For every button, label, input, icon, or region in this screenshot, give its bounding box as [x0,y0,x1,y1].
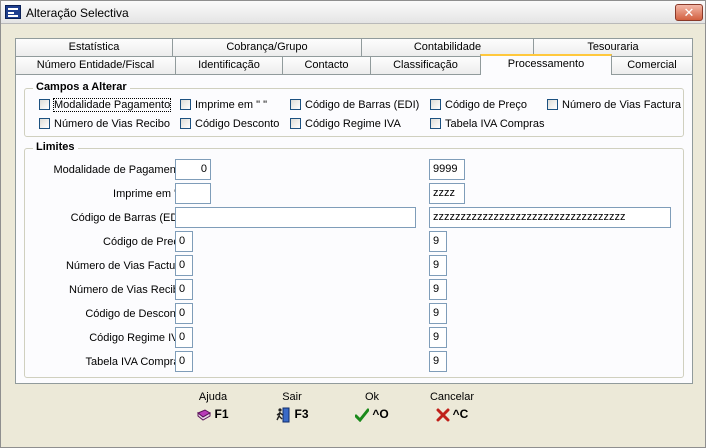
help-button-caption: Ajuda [198,391,228,403]
checkmark-icon [355,408,370,422]
limite-to-imprime[interactable]: zzzz [429,183,465,204]
ok-button-caption: Ok [364,391,380,403]
limite-to-vias-factura[interactable]: 9 [429,255,447,276]
tab-estatistica[interactable]: Estatística [15,38,173,57]
tab-comercial[interactable]: Comercial [611,56,693,75]
checkbox-box[interactable] [39,99,50,110]
book-icon [197,409,212,421]
limite-to-codigo-desconto[interactable]: 9 [429,303,447,324]
limite-from-tabela-iva[interactable]: 0 [175,351,193,372]
checkbox-label: Código Regime IVA [305,118,401,130]
checkbox-modalidade-pagamento[interactable]: Modalidade Pagamento [39,98,172,113]
window-title: Alteração Selectiva [26,6,129,20]
limites-group: Limites Modalidade de Pagamento 0 9999 I… [24,141,684,378]
checkbox-label: Código de Preço [445,99,527,111]
processamento-panel: Campos a Alterar Modalidade Pagamento Im… [15,74,693,384]
limite-to-modalidade[interactable]: 9999 [429,159,465,180]
limite-from-codigo-barras[interactable] [175,207,416,228]
limite-label: Modalidade de Pagamento [53,164,185,176]
limite-to-codigo-preco[interactable]: 9 [429,231,447,252]
checkbox-box[interactable] [39,118,50,129]
app-icon [5,5,21,19]
checkbox-codigo-regime-iva[interactable]: Código Regime IVA [290,118,401,132]
checkbox-label: Código de Barras (EDI) [305,99,420,111]
campos-group: Campos a Alterar Modalidade Pagamento Im… [24,81,684,137]
tab-processamento[interactable]: Processamento [480,54,612,75]
checkbox-codigo-desconto[interactable]: Código Desconto [180,118,279,132]
checkbox-label: Número de Vias Factura [562,99,682,111]
tab-classificacao[interactable]: Classificação [370,56,481,75]
campos-group-title: Campos a Alterar [33,81,130,93]
title-bar[interactable]: Alteração Selectiva ✕ [1,1,705,24]
limite-to-tabela-iva[interactable]: 9 [429,351,447,372]
checkbox-codigo-preco[interactable]: Código de Preço [430,99,527,113]
limite-to-vias-recibo[interactable]: 9 [429,279,447,300]
limite-label: Código de Desconto [85,308,185,320]
checkbox-box[interactable] [290,118,301,129]
checkbox-label: Número de Vias Recibo [54,118,170,130]
exit-door-icon [276,407,290,423]
checkbox-label: Código Desconto [195,118,280,130]
checkbox-box[interactable] [430,99,441,110]
checkbox-box[interactable] [290,99,301,110]
checkbox-box[interactable] [180,118,191,129]
tab-identificacao[interactable]: Identificação [175,56,283,75]
limite-label: Número de Vias Factura [65,260,185,272]
checkbox-numero-vias-factura[interactable]: Número de Vias Factura [547,99,681,113]
limite-to-codigo-barras[interactable]: zzzzzzzzzzzzzzzzzzzzzzzzzzzzzzzzzzz [429,207,671,228]
checkbox-box[interactable] [430,118,441,129]
cancel-button[interactable]: Cancelar ^C [417,391,487,422]
limite-to-regime-iva[interactable]: 9 [429,327,447,348]
checkbox-label: Imprime em " " [195,99,267,111]
help-button[interactable]: Ajuda F1 [178,391,248,421]
tab-cobranca-grupo[interactable]: Cobrança/Grupo [172,38,362,57]
limite-from-modalidade[interactable]: 0 [175,159,211,180]
checkbox-tabela-iva-compras[interactable]: Tabela IVA Compras [430,118,544,132]
limite-label: Número de Vias Recibo [69,284,185,296]
limite-from-codigo-preco[interactable]: 0 [175,231,193,252]
cancel-button-caption: Cancelar [429,391,475,403]
tab-contacto[interactable]: Contacto [282,56,371,75]
limite-from-regime-iva[interactable]: 0 [175,327,193,348]
checkbox-numero-vias-recibo[interactable]: Número de Vias Recibo [39,118,170,132]
exit-button-key: F3 [294,407,309,422]
limite-label: Código Regime IVA [89,332,185,344]
limite-from-vias-factura[interactable]: 0 [175,255,193,276]
exit-button[interactable]: Sair F3 [257,391,327,423]
limite-label: Código de Preço [103,236,185,248]
close-icon: ✕ [683,5,695,20]
checkbox-imprime-em[interactable]: Imprime em " " [180,99,267,113]
checkbox-label: Tabela IVA Compras [445,118,545,130]
checkbox-label: Modalidade Pagamento [52,98,172,112]
limite-from-imprime[interactable] [175,183,211,204]
tab-numero-entidade-fiscal[interactable]: Número Entidade/Fiscal [15,56,176,75]
close-button[interactable]: ✕ [675,4,703,21]
cancel-button-key: ^C [452,407,469,421]
limite-label: Código de Barras (EDI) [70,212,185,224]
cross-icon [436,408,450,422]
limite-label: Imprime em " " [113,188,185,200]
checkbox-box[interactable] [180,99,191,110]
limite-from-codigo-desconto[interactable]: 0 [175,303,193,324]
help-button-key: F1 [214,407,229,421]
checkbox-codigo-barras-edi[interactable]: Código de Barras (EDI) [290,99,419,113]
limites-group-title: Limites [33,141,78,153]
ok-button-key: ^O [372,407,389,421]
limite-label: Tabela IVA Compras [85,356,185,368]
exit-button-caption: Sair [282,391,302,403]
limite-from-vias-recibo[interactable]: 0 [175,279,193,300]
checkbox-box[interactable] [547,99,558,110]
dialog-window: Alteração Selectiva ✕ Estatística Cobran… [0,0,706,448]
ok-button[interactable]: Ok ^O [337,391,407,422]
